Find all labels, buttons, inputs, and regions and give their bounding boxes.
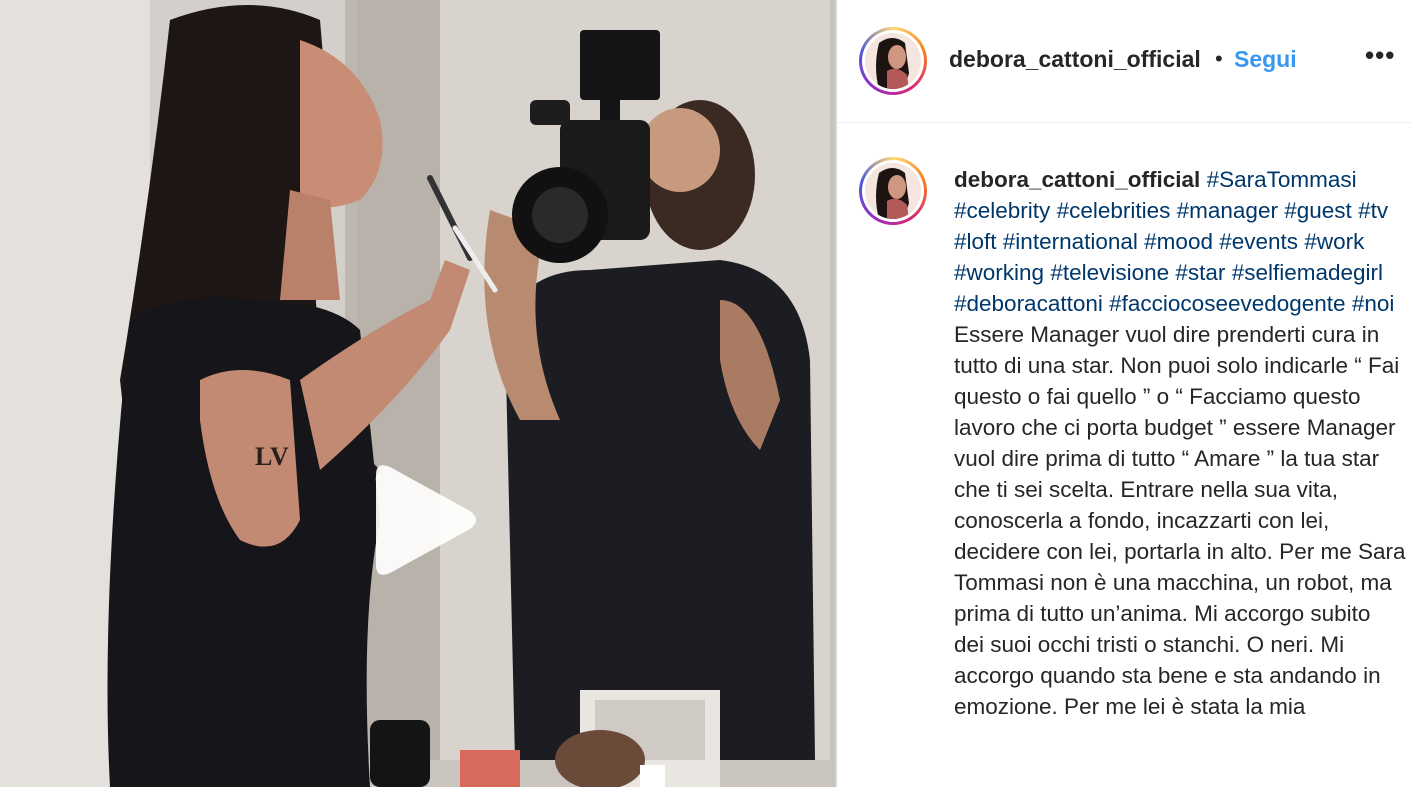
hashtag-link[interactable]: #celebrity	[954, 198, 1050, 223]
post-caption: debora_cattoni_official #SaraTommasi #ce…	[954, 164, 1406, 722]
avatar[interactable]	[859, 27, 927, 95]
avatar-image	[865, 33, 921, 89]
separator-dot: •	[1215, 46, 1223, 71]
more-options-icon[interactable]: •••	[1365, 40, 1395, 71]
video-frame: LV	[0, 0, 836, 787]
hashtag-link[interactable]: #star	[1175, 260, 1225, 285]
post-header: debora_cattoni_official • Segui •••	[837, 0, 1411, 123]
hashtag-link[interactable]: #facciocoseevedogente	[1109, 291, 1345, 316]
hashtag-link[interactable]: #work	[1304, 229, 1364, 254]
hashtag-link[interactable]: #deboracattoni	[954, 291, 1103, 316]
caption-avatar[interactable]	[859, 157, 927, 225]
hashtag-link[interactable]: #loft	[954, 229, 997, 254]
hashtag-link[interactable]: #mood	[1144, 229, 1213, 254]
play-button[interactable]	[366, 461, 478, 579]
hashtag-link[interactable]: #manager	[1177, 198, 1278, 223]
caption-text: Essere Manager vuol dire prenderti cura …	[954, 322, 1406, 719]
hashtag-link[interactable]: #selfiemadegirl	[1232, 260, 1383, 285]
play-icon	[376, 465, 476, 575]
hashtag-link[interactable]: #noi	[1352, 291, 1395, 316]
hashtag-link[interactable]: #tv	[1358, 198, 1388, 223]
post-username[interactable]: debora_cattoni_official	[949, 46, 1201, 73]
follow-button[interactable]: Segui	[1234, 46, 1297, 73]
post-sidebar: debora_cattoni_official • Segui ••• debo…	[837, 0, 1411, 787]
hashtag-link[interactable]: #international	[1003, 229, 1138, 254]
hashtag-link[interactable]: #celebrities	[1057, 198, 1171, 223]
post-video[interactable]: LV	[0, 0, 836, 787]
hashtag-link[interactable]: #televisione	[1050, 260, 1169, 285]
hashtag-link[interactable]: #events	[1219, 229, 1298, 254]
svg-text:LV: LV	[255, 442, 289, 471]
hashtag-link[interactable]: #working	[954, 260, 1044, 285]
caption-username[interactable]: debora_cattoni_official	[954, 167, 1200, 192]
avatar-image	[865, 163, 921, 219]
hashtag-link[interactable]: #SaraTommasi	[1207, 167, 1357, 192]
hashtag-link[interactable]: #guest	[1284, 198, 1352, 223]
